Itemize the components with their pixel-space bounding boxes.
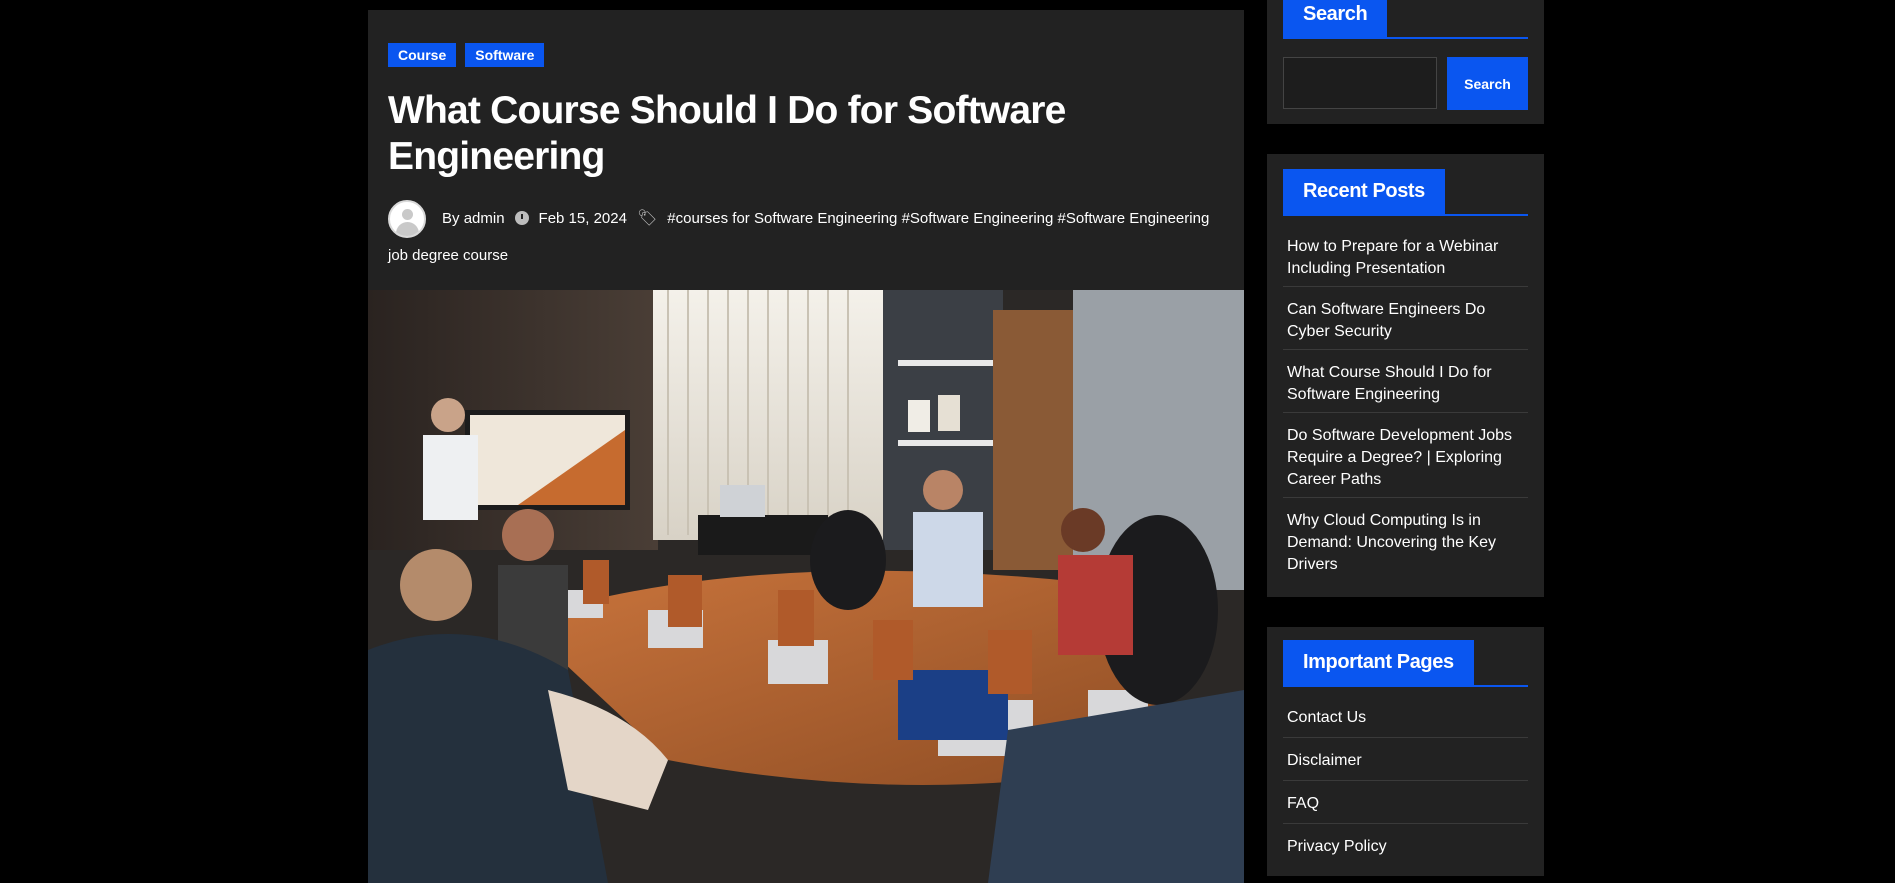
category-list: Course Software: [388, 43, 545, 67]
list-item: Privacy Policy: [1283, 836, 1528, 866]
list-item: Contact Us: [1283, 707, 1528, 738]
article-meta: By admin Feb 15, 2024 🏷︎ #courses for Softw…: [388, 200, 1228, 273]
important-pages-heading: Important Pages: [1283, 640, 1474, 685]
search-widget-heading: Search: [1283, 0, 1388, 37]
recent-posts-widget: Recent Posts How to Prepare for a Webina…: [1267, 154, 1544, 597]
author-prefix: By: [442, 209, 460, 227]
recent-posts-heading: Recent Posts: [1283, 169, 1445, 214]
search-input[interactable]: [1283, 57, 1437, 109]
recent-post-link[interactable]: Why Cloud Computing Is in Demand: Uncove…: [1287, 512, 1496, 573]
category-software[interactable]: Software: [465, 43, 545, 67]
list-item: Do Software Development Jobs Require a D…: [1283, 425, 1528, 498]
article-card: Course Software What Course Should I Do …: [368, 10, 1244, 883]
clock-icon: [514, 210, 529, 225]
tag-link[interactable]: #Software Engineering: [902, 210, 1054, 227]
list-item: FAQ: [1283, 793, 1528, 824]
recent-posts-list: How to Prepare for a Webinar Including P…: [1283, 236, 1528, 594]
featured-image: [368, 290, 1244, 883]
important-pages-list: Contact Us Disclaimer FAQ Privacy Policy: [1283, 707, 1528, 878]
post-date: Feb 15, 2024: [538, 209, 627, 227]
widget-heading-bar: Important Pages: [1283, 640, 1528, 687]
list-item: Can Software Engineers Do Cyber Security: [1283, 299, 1528, 350]
tag-link[interactable]: #courses for Software Engineering: [667, 210, 897, 227]
author-byline: By admin: [442, 210, 505, 227]
tags-icon: 🏷︎: [636, 209, 658, 227]
recent-post-link[interactable]: What Course Should I Do for Software Eng…: [1287, 364, 1492, 403]
page-link-faq[interactable]: FAQ: [1287, 795, 1319, 812]
article-title: What Course Should I Do for Software Eng…: [388, 89, 1066, 178]
category-course[interactable]: Course: [388, 43, 457, 67]
author-link[interactable]: admin: [464, 210, 505, 227]
list-item: How to Prepare for a Webinar Including P…: [1283, 236, 1528, 287]
search-widget: Search Search: [1267, 0, 1544, 124]
page-link-privacy-policy[interactable]: Privacy Policy: [1287, 838, 1387, 855]
list-item: Disclaimer: [1283, 750, 1528, 781]
search-button[interactable]: Search: [1447, 57, 1528, 110]
widget-heading-bar: Search: [1283, 0, 1528, 39]
page-link-contact-us[interactable]: Contact Us: [1287, 709, 1366, 726]
page-link-disclaimer[interactable]: Disclaimer: [1287, 752, 1362, 769]
recent-post-link[interactable]: Can Software Engineers Do Cyber Security: [1287, 301, 1485, 340]
list-item: Why Cloud Computing Is in Demand: Uncove…: [1283, 510, 1528, 582]
list-item: What Course Should I Do for Software Eng…: [1283, 362, 1528, 413]
widget-heading-bar: Recent Posts: [1283, 169, 1528, 216]
important-pages-widget: Important Pages Contact Us Disclaimer FA…: [1267, 627, 1544, 876]
recent-post-link[interactable]: How to Prepare for a Webinar Including P…: [1287, 238, 1498, 277]
author-avatar[interactable]: [388, 200, 426, 238]
recent-post-link[interactable]: Do Software Development Jobs Require a D…: [1287, 427, 1512, 488]
